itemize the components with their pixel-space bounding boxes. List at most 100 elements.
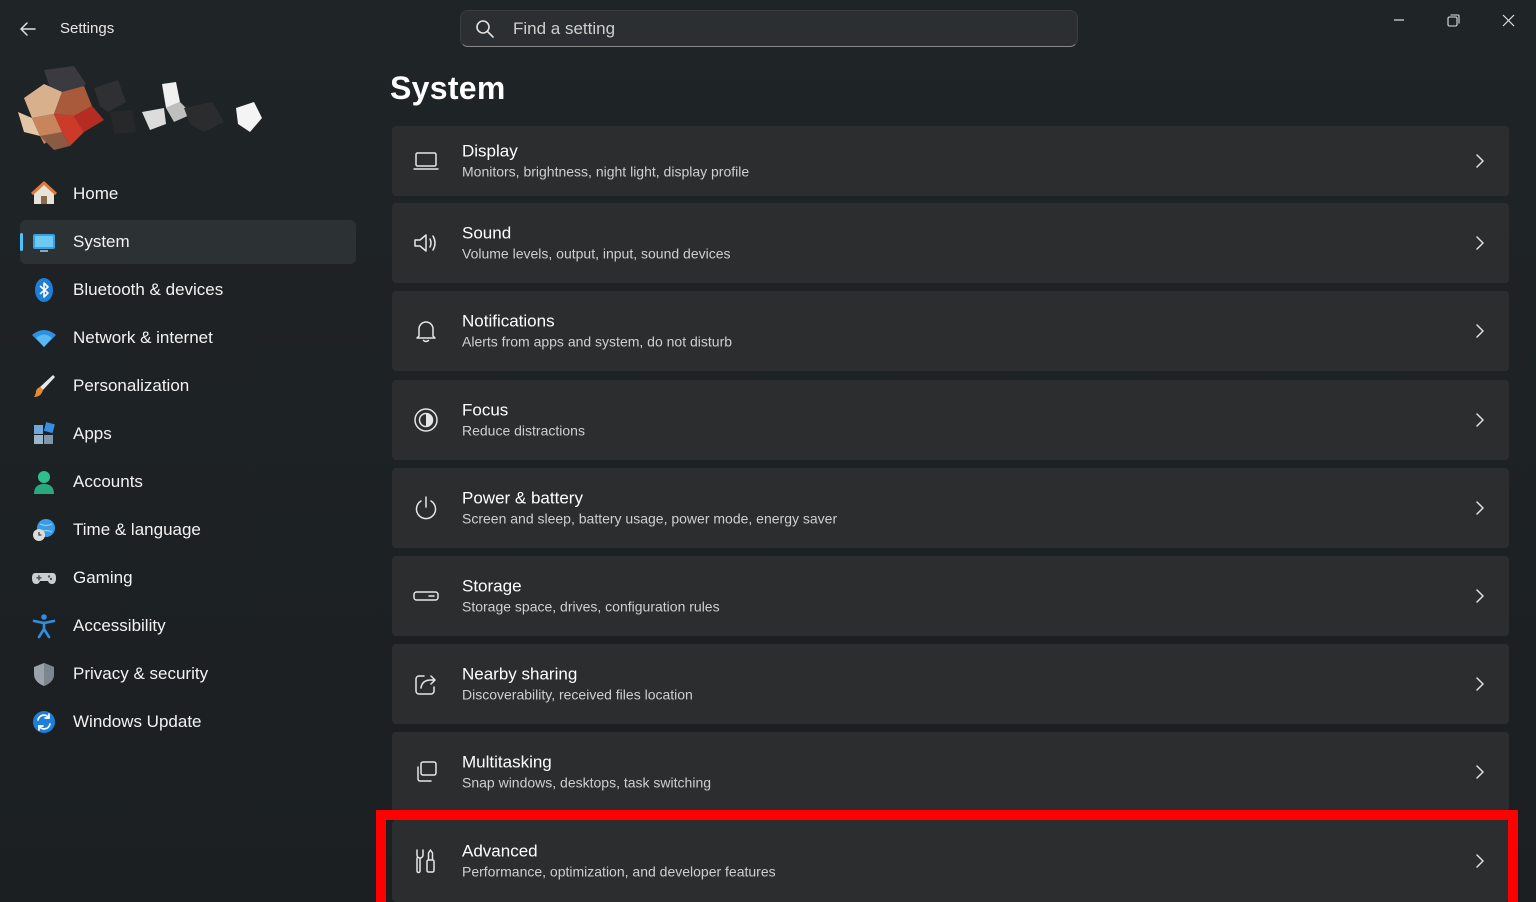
sidebar-item-label: Privacy & security	[73, 664, 209, 683]
sidebar-item-label: Gaming	[73, 568, 133, 587]
sidebar-item-gaming[interactable]: Gaming	[20, 556, 356, 600]
sidebar-item-label: Home	[73, 184, 119, 203]
chevron-right-icon	[1473, 413, 1487, 427]
bluetooth-icon	[31, 277, 57, 303]
avatar[interactable]	[14, 62, 266, 152]
card-subtitle: Screen and sleep, battery usage, power m…	[462, 510, 838, 527]
card-subtitle: Reduce distractions	[462, 422, 585, 439]
card-subtitle: Discoverability, received files location	[462, 686, 693, 703]
multitasking-icon	[412, 758, 440, 786]
card-text: Power & battery Screen and sleep, batter…	[462, 488, 837, 529]
close-button[interactable]	[1481, 0, 1536, 40]
update-icon	[31, 709, 57, 735]
chevron-right-icon	[1473, 677, 1487, 691]
card-title: Power & battery	[462, 488, 583, 508]
sidebar-item-network[interactable]: Network & internet	[20, 316, 356, 360]
card-title: Multitasking	[462, 752, 552, 772]
chevron-right-icon	[1473, 154, 1487, 168]
system-icon	[31, 229, 57, 255]
restore-button[interactable]	[1426, 0, 1481, 40]
card-text: Display Monitors, brightness, night ligh…	[462, 141, 749, 182]
card-text: Nearby sharing Discoverability, received…	[462, 664, 693, 705]
card-title: Sound	[462, 223, 512, 243]
sidebar-item-label: Network & internet	[73, 328, 213, 347]
settings-window: Settings Find a setting Home System Blue…	[0, 0, 1536, 902]
sidebar-item-bluetooth[interactable]: Bluetooth & devices	[20, 268, 356, 312]
wifi-icon	[31, 325, 57, 351]
sidebar-nav: Home System Bluetooth & devices Network …	[20, 172, 356, 748]
card-text: Focus Reduce distractions	[462, 400, 585, 441]
sidebar-item-time-language[interactable]: Time & language	[20, 508, 356, 552]
card-text: Storage Storage space, drives, configura…	[462, 576, 720, 617]
speaker-icon	[412, 229, 440, 257]
settings-card-notifications[interactable]: Notifications Alerts from apps and syste…	[392, 291, 1509, 371]
settings-card-multitasking[interactable]: Multitasking Snap windows, desktops, tas…	[392, 732, 1509, 812]
storage-icon	[412, 582, 440, 610]
power-icon	[412, 494, 440, 522]
focus-icon	[412, 406, 440, 434]
brush-icon	[31, 373, 57, 399]
display-icon	[412, 147, 440, 175]
card-title: Storage	[462, 576, 522, 596]
clock-globe-icon	[31, 517, 57, 543]
card-subtitle: Volume levels, output, input, sound devi…	[462, 245, 731, 262]
page-title: System	[390, 70, 506, 106]
settings-card-storage[interactable]: Storage Storage space, drives, configura…	[392, 556, 1509, 636]
search-box[interactable]	[460, 10, 1078, 47]
window-controls	[1371, 0, 1536, 40]
app-title: Settings	[60, 20, 115, 37]
card-title: Advanced	[462, 841, 538, 861]
apps-icon	[31, 421, 57, 447]
card-text: Advanced Performance, optimization, and …	[462, 841, 776, 882]
card-title: Focus	[462, 400, 509, 420]
sidebar-item-label: Apps	[73, 424, 112, 443]
close-icon	[1502, 14, 1515, 26]
settings-card-power-battery[interactable]: Power & battery Screen and sleep, batter…	[392, 468, 1509, 548]
chevron-right-icon	[1473, 236, 1487, 250]
sidebar-item-accessibility[interactable]: Accessibility	[20, 604, 356, 648]
settings-card-nearby-sharing[interactable]: Nearby sharing Discoverability, received…	[392, 644, 1509, 724]
sidebar-item-label: Time & language	[73, 520, 201, 539]
restore-icon	[1447, 13, 1460, 27]
search-icon	[476, 19, 494, 38]
shield-icon	[31, 661, 57, 687]
sidebar-item-label: Bluetooth & devices	[73, 280, 224, 299]
settings-card-display[interactable]: Display Monitors, brightness, night ligh…	[392, 126, 1509, 196]
sidebar-item-label: Accessibility	[73, 616, 166, 635]
sidebar-item-personalization[interactable]: Personalization	[20, 364, 356, 408]
settings-card-sound[interactable]: Sound Volume levels, output, input, soun…	[392, 203, 1509, 283]
chevron-right-icon	[1473, 765, 1487, 779]
card-text: Notifications Alerts from apps and syste…	[462, 311, 732, 352]
back-arrow-icon	[20, 22, 36, 36]
card-title: Display	[462, 141, 518, 161]
card-subtitle: Storage space, drives, configuration rul…	[462, 598, 720, 615]
chevron-right-icon	[1473, 501, 1487, 515]
sidebar-item-windows-update[interactable]: Windows Update	[20, 700, 356, 744]
chevron-right-icon	[1473, 324, 1487, 338]
sidebar-item-accounts[interactable]: Accounts	[20, 460, 356, 504]
sidebar-item-home[interactable]: Home	[20, 172, 356, 216]
card-title: Notifications	[462, 311, 555, 331]
sidebar-item-label: System	[73, 232, 130, 251]
card-text: Sound Volume levels, output, input, soun…	[462, 223, 731, 264]
card-subtitle: Alerts from apps and system, do not dist…	[462, 333, 733, 350]
sidebar-item-label: Accounts	[73, 472, 143, 491]
tools-icon	[412, 847, 440, 875]
share-icon	[412, 670, 440, 698]
settings-card-advanced[interactable]: Advanced Performance, optimization, and …	[392, 820, 1509, 902]
minimize-button[interactable]	[1371, 0, 1426, 40]
bell-icon	[412, 317, 440, 345]
card-subtitle: Monitors, brightness, night light, displ…	[462, 163, 750, 180]
chevron-right-icon	[1473, 854, 1487, 868]
search-input[interactable]	[511, 17, 1035, 40]
back-button[interactable]	[14, 16, 42, 42]
accessibility-icon	[31, 613, 57, 639]
chevron-right-icon	[1473, 589, 1487, 603]
sidebar-item-label: Windows Update	[73, 712, 202, 731]
sidebar-item-privacy[interactable]: Privacy & security	[20, 652, 356, 696]
avatar-image-icon	[18, 66, 262, 150]
minimize-icon	[1393, 19, 1404, 21]
sidebar-item-system[interactable]: System	[20, 220, 356, 264]
sidebar-item-apps[interactable]: Apps	[20, 412, 356, 456]
settings-card-focus[interactable]: Focus Reduce distractions	[392, 380, 1509, 460]
